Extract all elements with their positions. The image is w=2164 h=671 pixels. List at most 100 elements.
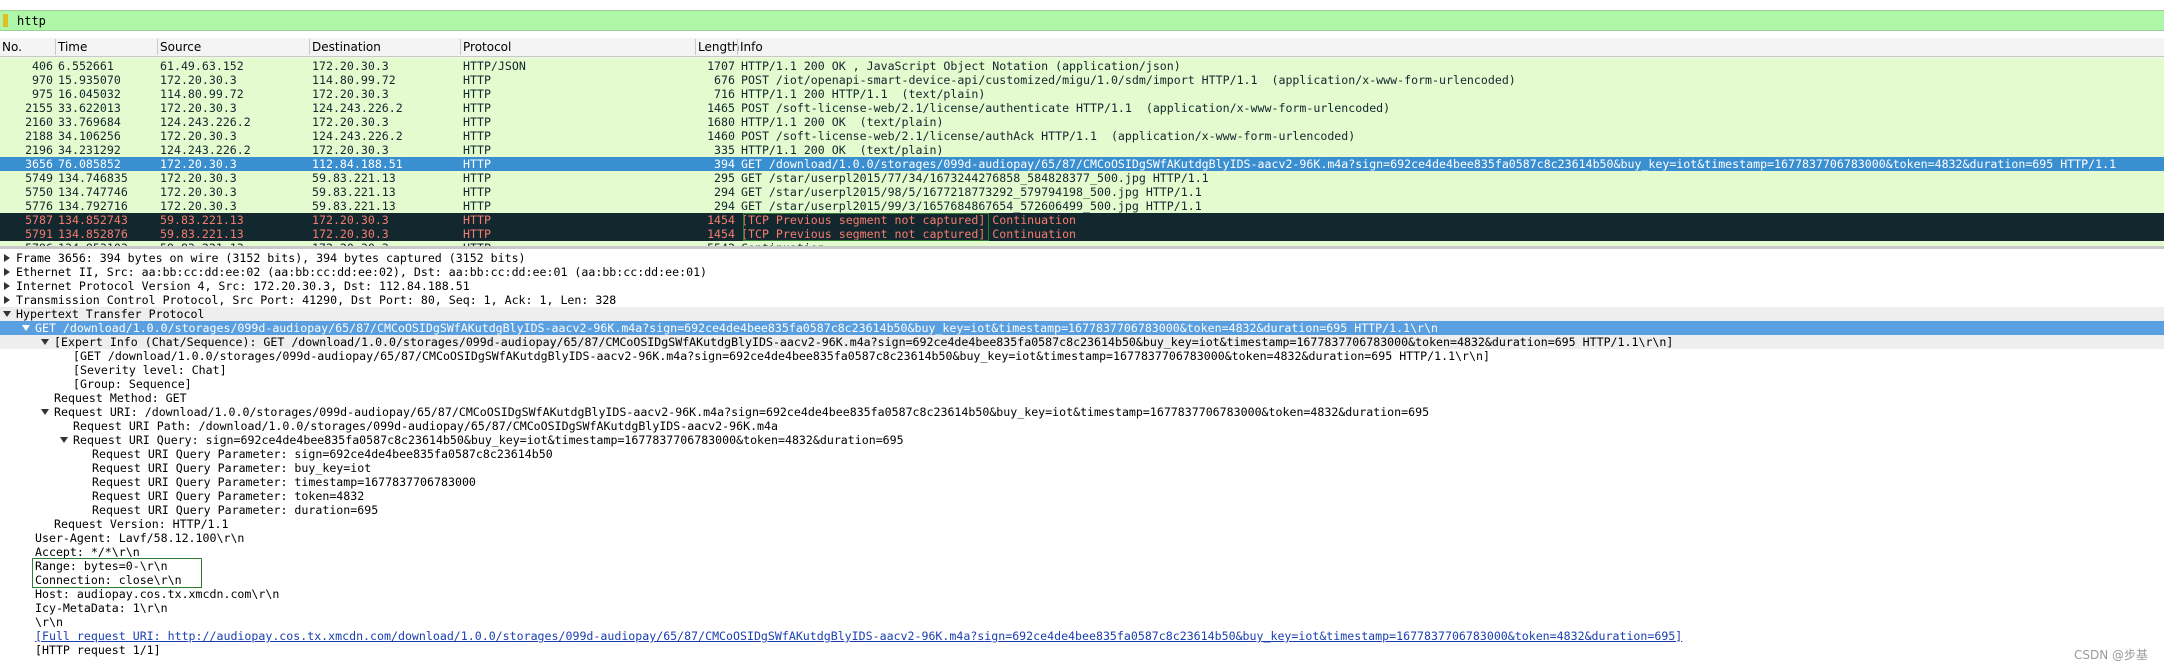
column-header-protocol[interactable]: Protocol — [463, 40, 511, 54]
packet-length: 1454 — [707, 213, 735, 227]
packet-time: 134.852743 — [58, 213, 128, 227]
full-request-uri-link[interactable]: [Full request URI: http://audiopay.cos.t… — [35, 629, 1682, 643]
column-header-length[interactable]: Length — [698, 40, 739, 54]
detail-tree-item[interactable]: Request URI Query Parameter: token=4832 — [0, 489, 2164, 503]
packet-row[interactable]: 2188 34.106256 172.20.30.3 124.243.226.2 HTT… — [0, 129, 2164, 143]
packet-row[interactable]: 2196 34.231292 124.243.226.2 172.20.30.3 HTT… — [0, 143, 2164, 157]
column-header-source[interactable]: Source — [160, 40, 201, 54]
detail-tree-item[interactable]: Request URI Path: /download/1.0.0/storag… — [0, 419, 2164, 433]
packet-no: 2160 — [25, 115, 53, 129]
packet-source: 172.20.30.3 — [160, 157, 237, 171]
packet-row[interactable]: 5791 134.852876 59.83.221.13 172.20.30.3 HTT… — [0, 227, 2164, 241]
packet-source: 172.20.30.3 — [160, 129, 237, 143]
highlight-box-tcp-segment — [743, 213, 989, 241]
detail-tree-item[interactable]: [Full request URI: http://audiopay.cos.t… — [0, 629, 2164, 643]
packet-row[interactable]: 5749 134.746835 172.20.30.3 59.83.221.13 HTT… — [0, 171, 2164, 185]
expanded-arrow-icon[interactable] — [3, 311, 11, 317]
detail-text: GET /download/1.0.0/storages/099d-audiop… — [35, 321, 1438, 335]
display-filter-input[interactable]: http — [17, 14, 46, 28]
detail-text: Transmission Control Protocol, Src Port:… — [16, 293, 617, 307]
detail-tree-item[interactable]: [HTTP request 1/1] — [0, 643, 2164, 657]
packet-length: 335 — [714, 143, 735, 157]
packet-source: 172.20.30.3 — [160, 185, 237, 199]
detail-tree-item[interactable]: \r\n — [0, 615, 2164, 629]
packet-time: 134.852876 — [58, 227, 128, 241]
column-header-info[interactable]: Info — [740, 40, 763, 54]
filter-bookmark-icon[interactable] — [3, 14, 8, 27]
detail-tree-item[interactable]: [Expert Info (Chat/Sequence): GET /downl… — [0, 335, 2164, 349]
expanded-arrow-icon[interactable] — [41, 409, 49, 415]
packet-row[interactable]: 975 16.045032 114.80.99.72 172.20.30.3 HTTP 7… — [0, 87, 2164, 101]
detail-tree-item[interactable]: Request URI Query: sign=692ce4de4bee835f… — [0, 433, 2164, 447]
detail-text: Request Version: HTTP/1.1 — [54, 517, 229, 531]
detail-tree-item[interactable]: Transmission Control Protocol, Src Port:… — [0, 293, 2164, 307]
detail-text: [Group: Sequence] — [73, 377, 192, 391]
packet-time: 33.622013 — [58, 101, 121, 115]
packet-details-tree[interactable]: Frame 3656: 394 bytes on wire (3152 bits… — [0, 249, 2164, 671]
detail-text: Ethernet II, Src: aa:bb:cc:dd:ee:02 (aa:… — [16, 265, 708, 279]
detail-text: Host: audiopay.cos.tx.xmcdn.com\r\n — [35, 587, 280, 601]
detail-text: [Expert Info (Chat/Sequence): GET /downl… — [54, 335, 1674, 349]
packet-length: 716 — [714, 87, 735, 101]
packet-source: 172.20.30.3 — [160, 73, 237, 87]
detail-tree-item[interactable]: [Group: Sequence] — [0, 377, 2164, 391]
detail-text: Request URI Path: /download/1.0.0/storag… — [73, 419, 778, 433]
detail-tree-item[interactable]: Request URI Query Parameter: buy_key=iot — [0, 461, 2164, 475]
packet-row[interactable]: 5776 134.792716 172.20.30.3 59.83.221.13 HTT… — [0, 199, 2164, 213]
expanded-arrow-icon[interactable] — [22, 325, 30, 331]
detail-tree-item[interactable]: [Severity level: Chat] — [0, 363, 2164, 377]
detail-tree-item[interactable]: Ethernet II, Src: aa:bb:cc:dd:ee:02 (aa:… — [0, 265, 2164, 279]
packet-protocol: HTTP — [463, 227, 491, 241]
column-header-no[interactable]: No. — [2, 40, 22, 54]
packet-row[interactable]: 2155 33.622013 172.20.30.3 124.243.226.2 HTT… — [0, 101, 2164, 115]
packet-row[interactable]: 970 15.935070 172.20.30.3 114.80.99.72 HTTP 6… — [0, 73, 2164, 87]
packet-protocol: HTTP — [463, 157, 491, 171]
packet-time: 134.792716 — [58, 199, 128, 213]
detail-tree-item[interactable]: Connection: close\r\n — [0, 573, 2164, 587]
collapsed-arrow-icon[interactable] — [4, 268, 10, 276]
packet-row[interactable]: 406 6.552661 61.49.63.152 172.20.30.3 HTTP/J… — [0, 59, 2164, 73]
column-header-time[interactable]: Time — [58, 40, 87, 54]
column-header-destination[interactable]: Destination — [312, 40, 381, 54]
packet-time: 6.552661 — [58, 59, 114, 73]
packet-protocol: HTTP — [463, 143, 491, 157]
packet-row[interactable]: 5750 134.747746 172.20.30.3 59.83.221.13 HTT… — [0, 185, 2164, 199]
detail-tree-item[interactable]: [GET /download/1.0.0/storages/099d-audio… — [0, 349, 2164, 363]
detail-tree-item[interactable]: Request URI Query Parameter: timestamp=1… — [0, 475, 2164, 489]
packet-destination: 112.84.188.51 — [312, 157, 403, 171]
expanded-arrow-icon[interactable] — [41, 339, 49, 345]
packet-info: GET /download/1.0.0/storages/099d-audiop… — [741, 157, 2117, 171]
detail-tree-item[interactable]: Request URI: /download/1.0.0/storages/09… — [0, 405, 2164, 419]
detail-tree-item[interactable]: Range: bytes=0-\r\n — [0, 559, 2164, 573]
detail-tree-item[interactable]: Request Version: HTTP/1.1 — [0, 517, 2164, 531]
collapsed-arrow-icon[interactable] — [4, 296, 10, 304]
packet-source: 59.83.221.13 — [160, 213, 244, 227]
packet-protocol: HTTP — [463, 87, 491, 101]
packet-list[interactable]: 406 6.552661 61.49.63.152 172.20.30.3 HTTP/J… — [0, 57, 2164, 247]
detail-text: Request URI Query Parameter: sign=692ce4… — [92, 447, 553, 461]
detail-tree-item[interactable]: Internet Protocol Version 4, Src: 172.20… — [0, 279, 2164, 293]
packet-row[interactable]: 5787 134.852743 59.83.221.13 172.20.30.3 HTT… — [0, 213, 2164, 227]
detail-tree-item[interactable]: Request URI Query Parameter: duration=69… — [0, 503, 2164, 517]
packet-no: 975 — [32, 87, 53, 101]
detail-tree-item[interactable]: User-Agent: Lavf/58.12.100\r\n — [0, 531, 2164, 545]
packet-protocol: HTTP — [463, 213, 491, 227]
packet-no: 3656 — [25, 157, 53, 171]
detail-tree-item[interactable]: Frame 3656: 394 bytes on wire (3152 bits… — [0, 251, 2164, 265]
detail-tree-item[interactable]: Request Method: GET — [0, 391, 2164, 405]
detail-tree-item[interactable]: Request URI Query Parameter: sign=692ce4… — [0, 447, 2164, 461]
packet-destination: 172.20.30.3 — [312, 59, 389, 73]
detail-tree-item[interactable]: Icy-MetaData: 1\r\n — [0, 601, 2164, 615]
detail-tree-item[interactable]: GET /download/1.0.0/storages/099d-audiop… — [0, 321, 2164, 335]
packet-row[interactable]: 3656 76.085852 172.20.30.3 112.84.188.51 HTT… — [0, 157, 2164, 171]
collapsed-arrow-icon[interactable] — [4, 282, 10, 290]
detail-text: Frame 3656: 394 bytes on wire (3152 bits… — [16, 251, 526, 265]
packet-info: GET /star/userpl2015/77/34/1673244276858… — [741, 171, 1209, 185]
collapsed-arrow-icon[interactable] — [4, 254, 10, 262]
detail-tree-item[interactable]: Accept: */*\r\n — [0, 545, 2164, 559]
detail-tree-item[interactable]: Hypertext Transfer Protocol — [0, 307, 2164, 321]
detail-tree-item[interactable]: Host: audiopay.cos.tx.xmcdn.com\r\n — [0, 587, 2164, 601]
expanded-arrow-icon[interactable] — [60, 437, 68, 443]
packet-row[interactable]: 2160 33.769684 124.243.226.2 172.20.30.3 HTT… — [0, 115, 2164, 129]
display-filter-bar[interactable]: http — [0, 10, 2164, 31]
